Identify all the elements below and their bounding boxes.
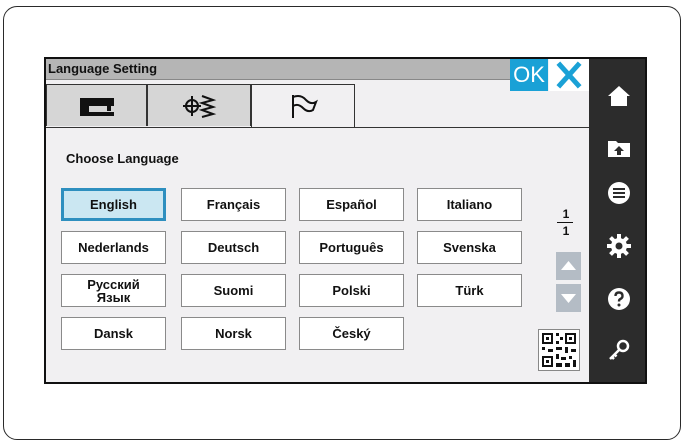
right-sidebar <box>589 59 645 382</box>
page-divider <box>557 222 573 223</box>
language-button-cesky[interactable]: Český <box>299 317 404 350</box>
title-bar: Language Setting <box>46 59 544 80</box>
page-total: 1 <box>562 224 570 238</box>
menu-button[interactable] <box>589 173 645 213</box>
home-button[interactable] <box>589 76 645 116</box>
language-button-polski[interactable]: Polski <box>299 274 404 307</box>
page-up-button[interactable] <box>556 252 581 280</box>
stitch-pattern-icon <box>183 94 217 118</box>
down-arrow-icon <box>561 294 576 303</box>
page-current: 1 <box>562 207 570 221</box>
folder-upload-icon <box>608 141 630 157</box>
language-button-russian[interactable]: Русский Язык <box>61 274 166 307</box>
language-button-portugues[interactable]: Português <box>299 231 404 264</box>
language-button-francais[interactable]: Français <box>181 188 286 221</box>
menu-icon <box>608 182 630 204</box>
language-button-english[interactable]: English <box>61 188 166 221</box>
language-button-norsk[interactable]: Norsk <box>181 317 286 350</box>
language-button-espanol[interactable]: Español <box>299 188 404 221</box>
home-icon <box>608 86 630 106</box>
sewing-machine-icon <box>79 97 114 116</box>
settings-button[interactable] <box>589 226 645 266</box>
language-button-dansk[interactable]: Dansk <box>61 317 166 350</box>
key-button[interactable] <box>589 331 645 371</box>
window-title: Language Setting <box>48 61 158 76</box>
lcd-screen: Language Setting OK Choose Language Engl… <box>44 57 647 384</box>
language-button-nederlands[interactable]: Nederlands <box>61 231 166 264</box>
page-down-button[interactable] <box>556 284 581 312</box>
folder-upload-button[interactable] <box>589 128 645 168</box>
tab-settings[interactable] <box>251 84 355 127</box>
help-icon <box>608 288 630 310</box>
qr-code-icon <box>542 333 576 367</box>
language-button-italiano[interactable]: Italiano <box>417 188 522 221</box>
language-button-turk[interactable]: Türk <box>417 274 522 307</box>
key-icon <box>609 339 630 360</box>
tab-stitch[interactable] <box>147 84 251 126</box>
qr-code-button[interactable] <box>538 329 580 371</box>
help-button[interactable] <box>589 279 645 319</box>
flag-icon <box>292 95 318 118</box>
language-button-suomi[interactable]: Suomi <box>181 274 286 307</box>
language-button-deutsch[interactable]: Deutsch <box>181 231 286 264</box>
tab-strip <box>46 79 589 128</box>
tab-sewing[interactable] <box>46 84 147 126</box>
choose-language-heading: Choose Language <box>66 151 179 166</box>
language-button-svenska[interactable]: Svenska <box>417 231 522 264</box>
gear-icon <box>607 234 631 258</box>
up-arrow-icon <box>561 261 576 270</box>
